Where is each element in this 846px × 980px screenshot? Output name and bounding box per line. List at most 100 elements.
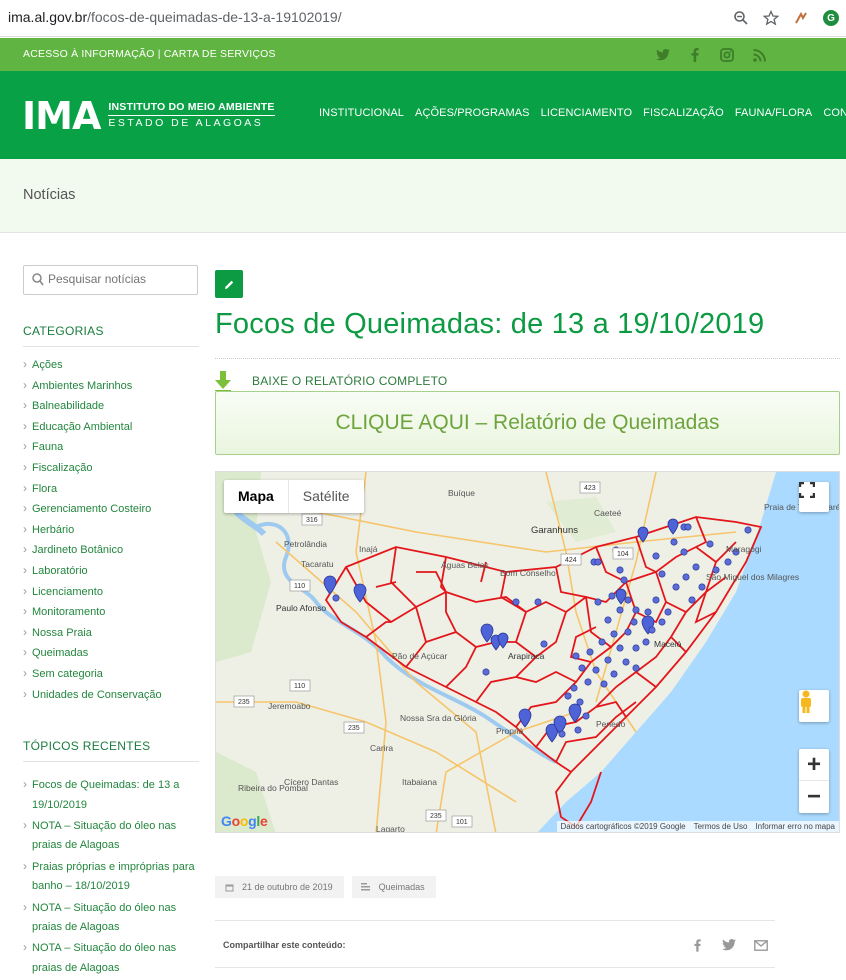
zoom-in-button[interactable]: + <box>799 749 829 781</box>
edit-button[interactable] <box>215 270 243 298</box>
svg-text:Tacaratu: Tacaratu <box>301 559 334 569</box>
map-terms-link[interactable]: Termos de Uso <box>694 822 748 831</box>
link-services-charter[interactable]: CARTA DE SERVIÇOS <box>164 48 276 60</box>
map-canvas: 316 423 424 104 110 110 235 235 235 101 … <box>216 472 839 832</box>
link-access-information[interactable]: ACESSO À INFORMAÇÃO <box>23 48 155 60</box>
category-link[interactable]: Licenciamento <box>23 584 199 607</box>
nav-contato[interactable]: CONTATO <box>823 107 846 119</box>
share-facebook-icon[interactable] <box>689 937 705 953</box>
post-content: Focos de Queimadas: de 13 a 19/10/2019 B… <box>215 270 840 833</box>
svg-text:Pão de Açúcar: Pão de Açúcar <box>392 651 447 661</box>
category-link[interactable]: Jardineto Botânico <box>23 542 199 565</box>
report-download-button[interactable]: CLIQUE AQUI – Relatório de Queimadas <box>215 391 840 455</box>
search-input[interactable] <box>48 272 188 286</box>
extension-icon[interactable] <box>786 6 816 30</box>
url-field[interactable]: ima.al.gov.br/focos-de-queimadas-de-13-a… <box>8 9 342 25</box>
recent-topic-link[interactable]: Focos de Queimadas: de 13 a 19/10/2019 <box>23 775 199 815</box>
download-arrow-icon <box>215 371 231 391</box>
title-divider <box>215 358 840 359</box>
svg-text:Bom Conselho: Bom Conselho <box>500 568 556 578</box>
search-box <box>23 265 198 295</box>
logo-line-1: INSTITUTO DO MEIO AMBIENTE <box>108 102 275 116</box>
nav-acoes-programas[interactable]: AÇÕES/PROGRAMAS <box>415 107 530 119</box>
category-list-icon <box>361 882 371 892</box>
date-badge: 21 de outubro de 2019 <box>215 876 344 898</box>
calendar-icon <box>224 882 234 892</box>
url-path: /focos-de-queimadas-de-13-a-19102019/ <box>87 9 342 25</box>
svg-text:423: 423 <box>584 485 596 492</box>
svg-text:Caeteé: Caeteé <box>594 508 622 518</box>
bookmark-star-icon[interactable] <box>756 6 786 30</box>
svg-text:Penedo: Penedo <box>596 719 626 729</box>
category-link[interactable]: Herbário <box>23 522 199 545</box>
svg-text:235: 235 <box>348 725 360 732</box>
map-tab[interactable]: Mapa <box>224 480 288 513</box>
share-email-icon[interactable] <box>753 937 769 953</box>
categories-heading: CATEGORIAS <box>23 324 199 347</box>
map-marker <box>323 575 337 595</box>
rss-icon[interactable] <box>750 46 768 64</box>
nav-fauna-flora[interactable]: FAUNA/FLORA <box>735 107 813 119</box>
section-title: Notícias <box>23 187 76 203</box>
logo-wordmark: IMA <box>22 94 101 138</box>
nav-institucional[interactable]: INSTITUCIONAL <box>319 107 404 119</box>
category-link[interactable]: Flora <box>23 481 199 504</box>
category-link[interactable]: Queimadas <box>23 645 199 668</box>
map-type-tabs: Mapa Satélite <box>224 480 364 513</box>
category-link[interactable]: Ações <box>23 357 199 380</box>
category-link[interactable]: Fauna <box>23 439 199 462</box>
post-category: Queimadas <box>378 882 425 892</box>
svg-text:235: 235 <box>430 813 442 820</box>
svg-text:Nossa Sra da Glória: Nossa Sra da Glória <box>400 713 477 723</box>
zoom-icon[interactable] <box>726 6 756 30</box>
svg-text:Maragogi: Maragogi <box>726 544 762 554</box>
post-date: 21 de outubro de 2019 <box>242 882 333 892</box>
svg-text:235: 235 <box>238 699 250 706</box>
svg-text:104: 104 <box>617 551 629 558</box>
twitter-icon[interactable] <box>654 46 672 64</box>
share-bar: Compartilhar este conteúdo: <box>215 920 775 968</box>
recent-topic-link[interactable]: NOTA – Situação do óleo nas praias de Al… <box>23 938 199 978</box>
recent-topic-link[interactable]: NOTA – Situação do óleo nas praias de Al… <box>23 898 199 938</box>
category-link[interactable]: Sem categoria <box>23 666 199 689</box>
svg-text:Águas Belas: Águas Belas <box>441 560 489 570</box>
svg-text:Propriá: Propriá <box>496 726 524 736</box>
top-strip: ACESSO À INFORMAÇÃO | CARTA DE SERVIÇOS <box>0 38 846 71</box>
category-link[interactable]: Unidades de Conservação <box>23 687 199 710</box>
nav-licenciamento[interactable]: LICENCIAMENTO <box>541 107 633 119</box>
recent-topic-link[interactable]: NOTA – Situação do óleo nas praias de Al… <box>23 816 199 856</box>
svg-text:Petrolândia: Petrolândia <box>284 539 327 549</box>
map-marker <box>518 708 532 728</box>
nav-fiscalizacao[interactable]: FISCALIZAÇÃO <box>643 107 724 119</box>
share-twitter-icon[interactable] <box>721 937 737 953</box>
satellite-tab[interactable]: Satélite <box>287 480 364 513</box>
svg-text:Jeremoabo: Jeremoabo <box>268 701 311 711</box>
category-link[interactable]: Laboratório <box>23 563 199 586</box>
url-host: ima.al.gov.br <box>8 9 88 25</box>
category-badge[interactable]: Queimadas <box>351 876 436 898</box>
report-button-label: CLIQUE AQUI – Relatório de Queimadas <box>335 411 720 434</box>
map-marker <box>667 518 679 535</box>
fullscreen-button[interactable] <box>799 482 829 512</box>
category-link[interactable]: Educação Ambiental <box>23 419 199 442</box>
svg-text:424: 424 <box>565 557 577 564</box>
category-link[interactable]: Gerenciamento Costeiro <box>23 501 199 524</box>
grammar-extension-icon[interactable]: G <box>816 6 846 30</box>
category-link[interactable]: Balneabilidade <box>23 398 199 421</box>
category-link[interactable]: Fiscalização <box>23 460 199 483</box>
map-report-error-link[interactable]: Informar erro no mapa <box>755 822 835 831</box>
category-link[interactable]: Nossa Praia <box>23 625 199 648</box>
download-label[interactable]: BAIXE O RELATÓRIO COMPLETO <box>252 374 447 388</box>
zoom-out-button[interactable]: − <box>799 781 829 813</box>
category-link[interactable]: Ambientes Marinhos <box>23 378 199 401</box>
instagram-icon[interactable] <box>718 46 736 64</box>
svg-text:São Miguel dos Milagres: São Miguel dos Milagres <box>706 572 799 582</box>
recent-topic-link[interactable]: Praias próprias e impróprias para banho … <box>23 857 199 897</box>
google-logo[interactable]: Google <box>221 813 268 829</box>
facebook-icon[interactable] <box>686 46 704 64</box>
fire-map[interactable]: 316 423 424 104 110 110 235 235 235 101 … <box>215 471 840 833</box>
category-link[interactable]: Monitoramento <box>23 604 199 627</box>
street-view-button[interactable] <box>799 690 829 722</box>
svg-text:316: 316 <box>306 517 318 524</box>
ima-logo[interactable]: IMA INSTITUTO DO MEIO AMBIENTE ESTADO DE… <box>22 94 275 138</box>
